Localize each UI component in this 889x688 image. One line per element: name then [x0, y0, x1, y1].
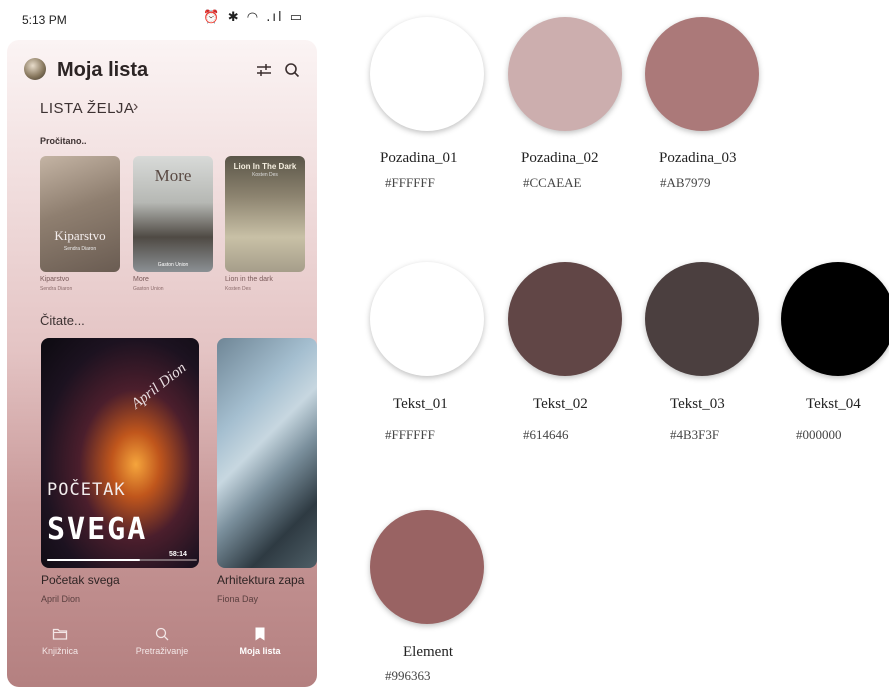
avatar[interactable]	[24, 58, 46, 80]
bookmark-icon	[255, 627, 265, 641]
cover-author-script: April Dion	[128, 359, 190, 413]
swatch-tekst-04	[781, 262, 889, 376]
cover-title: Kiparstvo	[54, 228, 106, 243]
search-icon	[155, 627, 169, 641]
bottom-nav: Knjižnica Pretraživanje Moja lista	[7, 618, 317, 687]
book-author: Kosten Des	[225, 286, 251, 292]
search-icon	[285, 63, 300, 78]
book-cover-kiparstvo[interactable]: Kiparstvo Sendra Diaron	[40, 156, 120, 272]
swatch-pozadina-03	[645, 17, 759, 131]
book-title[interactable]: Početak svega	[41, 573, 120, 587]
cover-title: More	[154, 166, 192, 185]
nav-label: Pretraživanje	[135, 646, 189, 656]
book-title[interactable]: Kiparstvo	[40, 276, 69, 283]
reading-progress-fill	[47, 559, 140, 561]
swatch-hex: #000000	[796, 427, 842, 442]
swatch-hex: #FFFFFF	[385, 427, 435, 442]
swatch-element	[370, 510, 484, 624]
book-cover-arhitektura[interactable]	[217, 338, 317, 568]
cover-title: Lion In The Dark	[233, 162, 297, 171]
folder-icon	[52, 628, 68, 640]
wishlist-link[interactable]: LISTA ŽELJA	[40, 100, 134, 117]
book-title[interactable]: More	[133, 276, 149, 283]
book-cover-pocetak-svega[interactable]: April Dion POČETAK SVEGA 58:14	[41, 338, 199, 568]
swatch-label: Element	[403, 644, 453, 660]
swatch-tekst-01	[370, 262, 484, 376]
cover-author: Sendra Diaron	[63, 246, 97, 252]
swatch-label: Pozadina_02	[521, 150, 599, 166]
cover-author: Kosten Des	[252, 172, 278, 178]
book-author: April Dion	[41, 594, 81, 604]
status-time: 5:13 PM	[22, 13, 67, 27]
book-title[interactable]: Arhitektura zapa	[217, 573, 304, 587]
book-cover-lion-in-the-dark[interactable]: Lion In The Dark Kosten Des	[225, 156, 305, 272]
book-author: Gaston Union	[133, 286, 164, 292]
nav-item-pretrazivanje[interactable]: Pretraživanje	[117, 626, 207, 656]
status-bar: 5:13 PM ⏰ ✱ ◠ .ıl ▭	[0, 0, 326, 40]
swatch-hex: #CCAEAE	[523, 175, 582, 190]
swatch-pozadina-01	[370, 17, 484, 131]
reading-progress-bar	[47, 559, 197, 561]
chevron-right-icon[interactable]: ›	[133, 98, 138, 116]
swatch-pozadina-02	[508, 17, 622, 131]
status-icons: ⏰ ✱ ◠ .ıl ▭	[203, 10, 304, 25]
swatch-label: Pozadina_01	[380, 150, 458, 166]
swatch-hex: #FFFFFF	[385, 175, 435, 190]
phone-screen: Moja lista LISTA ŽELJA › Pročitano.. Kip…	[7, 40, 317, 687]
read-section-title: Pročitano..	[40, 136, 87, 146]
reading-section-title: Čitate...	[40, 313, 85, 328]
swatch-label: Pozadina_03	[659, 150, 737, 166]
book-author: Fiona Day	[217, 594, 259, 604]
cover-title-line2: SVEGA	[47, 512, 148, 547]
nav-label: Knjižnica	[41, 646, 79, 656]
swatch-hex: #614646	[523, 427, 569, 442]
swatch-tekst-02	[508, 262, 622, 376]
swatch-label: Tekst_04	[806, 396, 861, 412]
book-author: Sendra Diaron	[40, 286, 73, 292]
swatch-label: Tekst_02	[533, 396, 588, 412]
sliders-icon	[257, 64, 271, 76]
search-button[interactable]	[282, 60, 302, 80]
swatch-label: Tekst_03	[670, 396, 725, 412]
swatch-label: Tekst_01	[393, 396, 448, 412]
time-remaining: 58:14	[169, 551, 187, 558]
cover-title-line1: POČETAK	[47, 480, 126, 500]
app-header: Moja lista	[7, 40, 317, 102]
swatch-hex: #AB7979	[660, 175, 711, 190]
book-title[interactable]: Lion in the dark	[225, 276, 273, 283]
swatch-hex: #996363	[385, 668, 431, 683]
book-cover-more[interactable]: More Gaston Union	[133, 156, 213, 272]
filter-button[interactable]	[254, 60, 274, 80]
cover-author: Gaston Union	[157, 262, 189, 268]
nav-label: Moja lista	[239, 646, 281, 656]
page-title: Moja lista	[57, 59, 149, 81]
swatch-hex: #4B3F3F	[670, 427, 720, 442]
nav-item-knjiznica[interactable]: Knjižnica	[15, 626, 105, 656]
swatch-tekst-03	[645, 262, 759, 376]
nav-item-moja-lista[interactable]: Moja lista	[215, 626, 305, 656]
